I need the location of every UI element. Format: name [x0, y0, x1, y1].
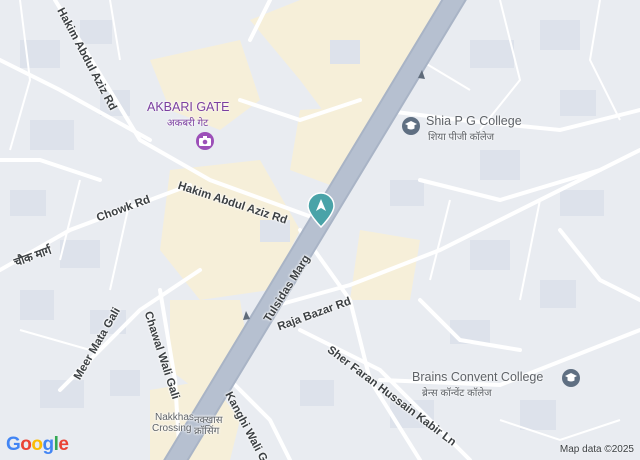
poi-shia-pg-name: Shia P G College — [426, 114, 522, 128]
location-pin-icon[interactable] — [307, 192, 335, 229]
school-icon — [402, 117, 420, 135]
label-nakkhas-en: Nakkhas — [155, 412, 194, 423]
school-icon — [562, 369, 580, 387]
poi-shia-pg-sub: शिया पीजी कॉलेज — [428, 132, 495, 143]
poi-akbari-gate-name: AKBARI GATE — [147, 100, 230, 114]
map-attribution[interactable]: Map data ©2025 — [560, 444, 634, 455]
poi-akbari-gate-sub: अकबरी गेट — [167, 118, 209, 129]
camera-icon — [196, 132, 214, 150]
poi-brains-name: Brains Convent College — [412, 370, 544, 384]
map-canvas[interactable]: Hakim Abdul Aziz Rd Hakim Abdul Aziz Rd … — [0, 0, 640, 460]
label-nakkhas-en2: Crossing — [152, 423, 192, 434]
poi-brains-sub: ब्रेन्स कॉन्वेंट कॉलेज — [422, 388, 492, 399]
label-nakkhas-hi2: क्रॉसिंग — [194, 426, 220, 437]
google-logo: Google — [6, 434, 69, 455]
